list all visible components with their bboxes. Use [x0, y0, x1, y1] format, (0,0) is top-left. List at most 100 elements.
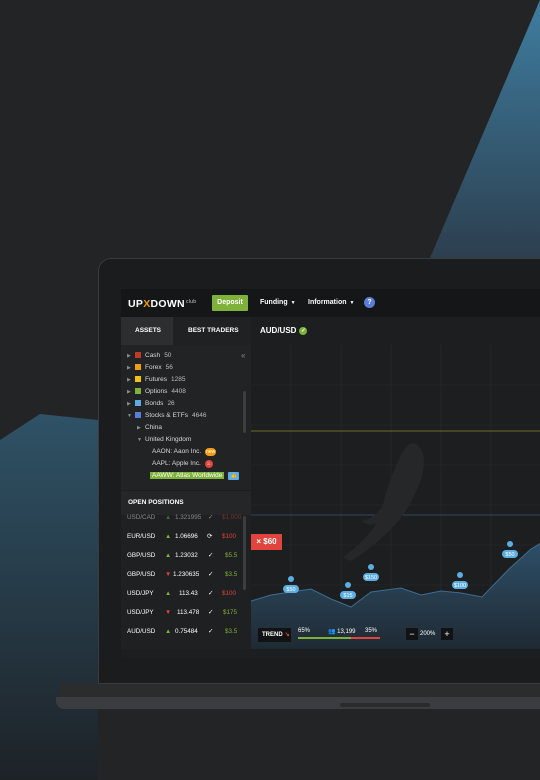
caret-down-icon: ▼	[290, 300, 296, 306]
position-pair: USD/JPY	[127, 590, 154, 597]
category-color-swatch	[135, 399, 141, 406]
verified-check-icon: ✓	[299, 326, 308, 335]
scrollbar[interactable]	[243, 516, 246, 590]
position-pair: AUD/USD	[127, 628, 156, 635]
users-icon: 👥	[328, 629, 336, 635]
asset-tree-panel: « ▶ Cash 50 ▶ Forex 56 ▶ Futures 1285 ▶ Options…	[121, 345, 251, 490]
position-price: 1.23032	[175, 552, 198, 559]
marker-label: $100	[454, 583, 466, 589]
tree-item-bonds[interactable]: ▶ Bonds 26	[127, 399, 175, 409]
expand-arrow-icon: ▶	[137, 425, 141, 431]
top-navigation-bar: UPXDOWNclub Deposit Funding ▼ Information…	[121, 289, 540, 317]
arrow-up-icon: ▲	[165, 628, 172, 635]
tab-assets[interactable]: ASSETS	[135, 327, 161, 334]
position-pair: GBP/USD	[127, 571, 156, 578]
arrow-down-icon: ▼	[165, 571, 172, 578]
check-icon: ✓	[208, 628, 214, 635]
position-row[interactable]: GBP/USD ▲ 1.23032 ✓ $5.5	[121, 546, 245, 565]
position-row[interactable]: USD/JPY ▲ 113.43 ✓ $100	[121, 584, 245, 603]
position-price: 113.478	[177, 609, 200, 616]
traders-count: 👥 13,199	[328, 629, 356, 635]
expand-arrow-icon: ▶	[127, 377, 131, 383]
marker-label: $150	[365, 575, 377, 581]
pair-title: AUD/USD ✓	[260, 326, 308, 335]
asset-item-aapl[interactable]: AAPL: Apple Inc. ♨	[152, 459, 213, 469]
tree-item-cash[interactable]: ▶ Cash 50	[127, 351, 171, 361]
tree-item-options[interactable]: ▶ Options 4408	[127, 387, 186, 397]
position-pair: GBP/USD	[127, 552, 156, 559]
category-color-swatch	[135, 375, 141, 382]
marker-dot	[288, 576, 294, 582]
tree-item-china[interactable]: ▶ China	[137, 423, 162, 433]
help-icon[interactable]: ?	[364, 297, 375, 308]
tree-item-united-kingdom[interactable]: ▼ United Kingdom	[137, 435, 191, 445]
chart-bottom-bar: TREND ↘ 65% 👥 13,199 35% − 200% +	[251, 627, 540, 647]
position-amount: $175	[223, 609, 238, 616]
sidebar-tabs: ASSETS BEST TRADERS	[121, 317, 251, 345]
brand-logo[interactable]: UPXDOWNclub	[128, 298, 196, 310]
marker-label: $50	[505, 552, 514, 558]
arrow-up-icon: ▲	[165, 590, 172, 597]
close-trade-callout[interactable]: × $60	[251, 534, 282, 550]
caret-down-icon: ▼	[349, 300, 355, 306]
position-pair: EUR/USD	[127, 533, 156, 540]
arrow-up-icon: ▲	[165, 552, 172, 559]
position-row[interactable]: GBP/USD ▼ 1.230635 ✓ $3.5	[121, 565, 245, 584]
category-color-swatch	[135, 351, 141, 358]
thumbs-up-icon: 👍	[228, 472, 240, 480]
scrollbar[interactable]	[243, 391, 246, 433]
deposit-button[interactable]: Deposit	[212, 295, 248, 311]
position-row[interactable]: USD/JPY ▼ 113.478 ✓ $175	[121, 603, 245, 622]
asset-item-aaon[interactable]: AAON: Aaon Inc. new	[152, 447, 217, 457]
tree-item-futures[interactable]: ▶ Futures 1285	[127, 375, 186, 385]
marker-dot	[457, 572, 463, 578]
asset-item-aaww[interactable]: AAWW: Atlas Worldwide 👍	[150, 471, 240, 481]
tree-item-stocks-etfs[interactable]: ▼ Stocks & ETFs 4646	[127, 411, 206, 421]
laptop-keyboard-edge	[60, 684, 540, 698]
position-price: 1.321995	[175, 514, 202, 521]
laptop-hinge-notch	[340, 703, 430, 707]
sentiment-bar	[298, 637, 380, 639]
position-row[interactable]: EUR/USD ▲ 1.06696 ⟳ $100	[121, 527, 245, 546]
tab-best-traders[interactable]: BEST TRADERS	[188, 327, 239, 334]
price-chart[interactable]: $50 $15 $150 $100 $50	[251, 345, 540, 649]
marker-label: $15	[343, 593, 352, 599]
menu-information[interactable]: Information ▼	[308, 299, 354, 306]
trend-button[interactable]: TREND ↘	[258, 628, 291, 642]
trend-buy-percent: 65%	[298, 628, 311, 634]
category-color-swatch	[135, 411, 141, 418]
check-icon: ✓	[208, 590, 214, 597]
zoom-out-button[interactable]: −	[406, 628, 418, 640]
marker-dot	[507, 541, 513, 547]
arrow-up-icon: ▲	[165, 514, 172, 521]
position-amount: $3.5	[225, 628, 238, 635]
position-amount: $5.5	[225, 552, 238, 559]
expand-arrow-icon: ▶	[127, 401, 131, 407]
refresh-icon[interactable]: ⟳	[207, 527, 212, 546]
position-amount: $100	[222, 533, 237, 540]
marker-dot	[368, 564, 374, 570]
marker-label: $50	[286, 587, 295, 593]
trend-sell-percent: 35%	[365, 628, 378, 634]
position-row[interactable]: USD/CAD ▲ 1.321995 ✓ $1,000	[121, 508, 245, 527]
marker-dot	[345, 582, 351, 588]
position-price: 113.43	[179, 590, 198, 597]
position-price: 1.06696	[175, 533, 198, 540]
position-price: 1.230635	[173, 571, 200, 578]
check-icon: ✓	[208, 571, 214, 578]
check-icon: ✓	[208, 514, 214, 521]
position-pair: USD/JPY	[127, 609, 154, 616]
fire-icon: ♨	[204, 460, 213, 468]
tree-item-forex[interactable]: ▶ Forex 56	[127, 363, 173, 373]
expand-arrow-icon: ▶	[127, 353, 131, 359]
collapse-sidebar-icon[interactable]: «	[241, 351, 245, 360]
position-row[interactable]: AUD/USD ▲ 0.75484 ✓ $3.5	[121, 622, 245, 641]
check-icon: ✓	[208, 609, 214, 616]
laptop-frame: UPXDOWNclub Deposit Funding ▼ Information…	[98, 258, 540, 684]
zoom-in-button[interactable]: +	[441, 628, 453, 640]
app-screen: UPXDOWNclub Deposit Funding ▼ Information…	[121, 289, 540, 659]
position-price: 0.75484	[175, 628, 198, 635]
collapse-arrow-icon: ▼	[137, 437, 142, 443]
menu-funding[interactable]: Funding ▼	[260, 299, 296, 306]
arrow-down-icon: ▼	[165, 609, 172, 616]
